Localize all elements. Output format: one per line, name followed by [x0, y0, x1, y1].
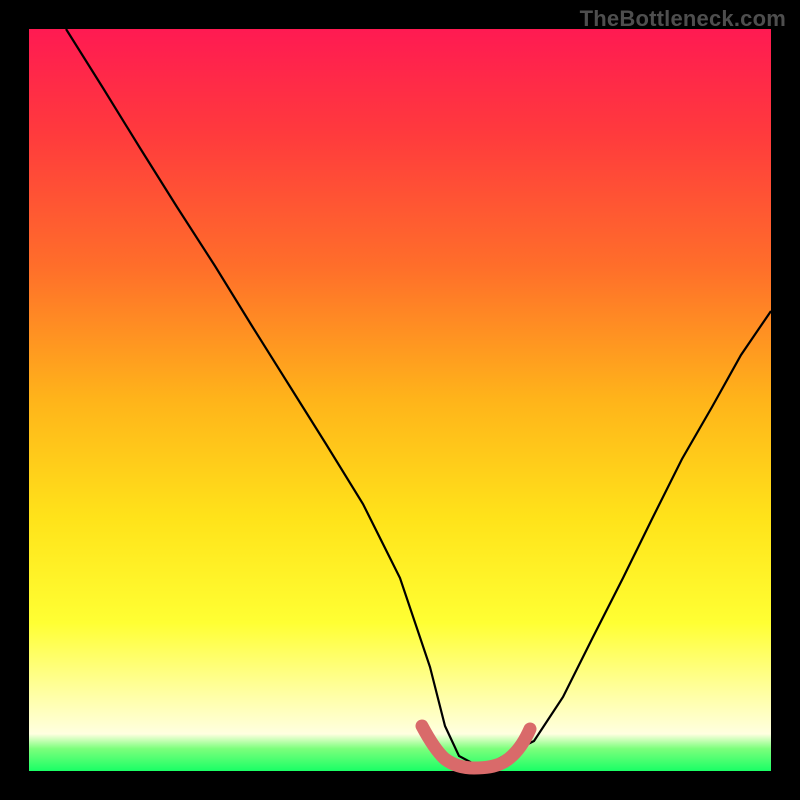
chart-frame: TheBottleneck.com	[0, 0, 800, 800]
sweet-spot-band	[422, 726, 530, 768]
curve-layer	[29, 29, 771, 771]
plot-area	[29, 29, 771, 771]
watermark-text: TheBottleneck.com	[580, 6, 786, 32]
bottleneck-curve	[66, 29, 771, 764]
